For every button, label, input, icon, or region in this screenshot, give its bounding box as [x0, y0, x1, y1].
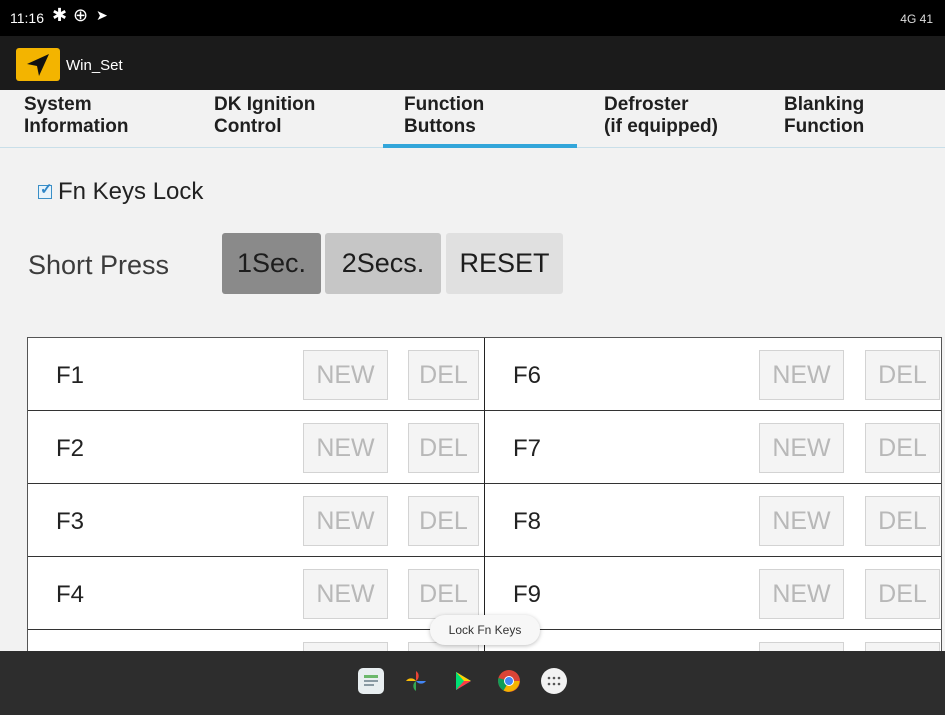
function-key-row: F3 NEW DEL	[28, 484, 485, 557]
tab-dk-ignition-control[interactable]: DK Ignition Control	[190, 94, 380, 148]
new-button[interactable]	[759, 642, 844, 651]
function-key-label: F8	[513, 508, 542, 535]
function-key-row: F2 NEW DEL	[28, 411, 485, 484]
short-press-label: Short Press	[28, 250, 170, 280]
tab-label-line2: Information	[24, 116, 129, 137]
del-button[interactable]: DEL	[408, 423, 479, 473]
navigation-arrow-icon	[16, 48, 60, 81]
status-bar: 11:16 ✱ ⊕ ➤ 4G 41	[0, 0, 945, 36]
tab-label-line1: System	[24, 94, 92, 115]
checkbox-checked-icon	[38, 180, 53, 199]
del-button[interactable]	[865, 642, 940, 651]
new-button[interactable]: NEW	[759, 423, 844, 473]
new-button[interactable]: NEW	[303, 350, 388, 400]
tab-label-line1: DK Ignition	[214, 94, 316, 115]
gear-icon: ✱	[52, 5, 68, 25]
reset-button[interactable]: RESET	[446, 233, 563, 294]
function-key-row: F7 NEW DEL	[485, 411, 941, 484]
status-time: 11:16	[10, 10, 44, 26]
tab-defroster[interactable]: Defroster (if equipped)	[580, 94, 770, 148]
function-key-grid: F1 NEW DEL F6 NEW DEL F2 NEW DEL F7 NEW …	[27, 337, 942, 651]
tab-label-line2: (if equipped)	[604, 116, 718, 137]
function-key-label: F3	[56, 508, 85, 535]
function-key-row	[485, 630, 941, 651]
function-key-label: F2	[56, 435, 85, 462]
del-button[interactable]: DEL	[408, 569, 479, 619]
function-key-label: F9	[513, 581, 542, 608]
tab-label-line1: Blanking	[784, 94, 865, 115]
del-button[interactable]: DEL	[408, 496, 479, 546]
function-key-label: F1	[56, 362, 85, 389]
location-arrow-icon: ➤	[96, 7, 108, 23]
function-key-row: F8 NEW DEL	[485, 484, 941, 557]
app-bar: Win_Set	[0, 36, 945, 90]
chrome-icon[interactable]	[496, 668, 522, 694]
play-store-icon[interactable]	[450, 668, 476, 694]
crosshair-icon: ⊕	[73, 5, 89, 25]
new-button[interactable]: NEW	[759, 350, 844, 400]
new-button[interactable]: NEW	[759, 569, 844, 619]
app-title: Win_Set	[66, 57, 123, 74]
toast-message: Lock Fn Keys	[430, 615, 540, 645]
new-button[interactable]: NEW	[759, 496, 844, 546]
new-button[interactable]: NEW	[303, 423, 388, 473]
function-key-label: F7	[513, 435, 542, 462]
tab-blanking-function[interactable]: Blanking Function	[760, 94, 945, 148]
tab-bar: System Information DK Ignition Control F…	[0, 90, 945, 148]
function-key-row: F9 NEW DEL	[485, 557, 941, 630]
tab-function-buttons[interactable]: Function Buttons	[380, 94, 580, 148]
del-button[interactable]: DEL	[865, 350, 940, 400]
short-press-2secs-button[interactable]: 2Secs.	[325, 233, 441, 294]
tab-label-line2: Buttons	[404, 116, 476, 137]
del-button[interactable]: DEL	[865, 496, 940, 546]
function-key-label: F6	[513, 362, 542, 389]
tab-label-line2: Control	[214, 116, 282, 137]
del-button[interactable]: DEL	[865, 423, 940, 473]
tab-label-line1: Defroster	[604, 94, 689, 115]
short-press-1sec-button[interactable]: 1Sec.	[222, 233, 321, 294]
new-button[interactable]: NEW	[303, 569, 388, 619]
function-key-row: F4 NEW DEL	[28, 557, 485, 630]
fn-keys-lock-checkbox[interactable]: Fn Keys Lock	[38, 178, 203, 206]
del-button[interactable]: DEL	[865, 569, 940, 619]
status-right-indicators: 4G 41	[900, 12, 933, 26]
fn-keys-lock-label: Fn Keys Lock	[58, 178, 204, 205]
function-buttons-panel: Fn Keys Lock Short Press 1Sec. 2Secs. RE…	[0, 148, 945, 651]
function-key-label: F4	[56, 581, 85, 608]
tab-system-information[interactable]: System Information	[0, 94, 190, 148]
files-icon[interactable]	[358, 668, 384, 694]
tab-label-line2: Function	[784, 116, 865, 137]
del-button[interactable]: DEL	[408, 350, 479, 400]
function-key-row	[28, 630, 485, 651]
new-button[interactable]	[303, 642, 388, 651]
function-key-row: F1 NEW DEL	[28, 338, 485, 411]
pinwheel-photos-icon[interactable]	[403, 668, 429, 694]
taskbar	[0, 651, 945, 715]
tab-label-line1: Function	[404, 94, 485, 115]
new-button[interactable]: NEW	[303, 496, 388, 546]
function-key-row: F6 NEW DEL	[485, 338, 941, 411]
app-drawer-icon[interactable]	[541, 668, 567, 694]
